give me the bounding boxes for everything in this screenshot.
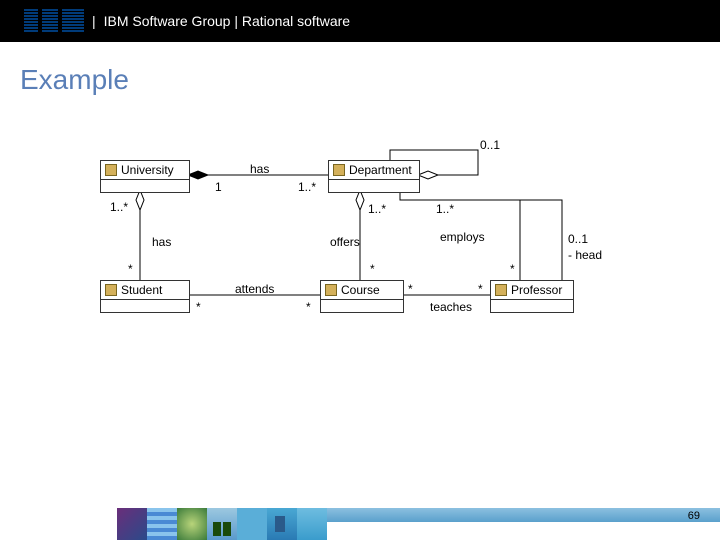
footer: 69 [0, 502, 720, 540]
header-bar: | IBM Software Group | Rational software [0, 0, 720, 42]
assoc-employs-head-role: - head [568, 248, 602, 262]
assoc-dept-head-mult: 0..1 [480, 138, 500, 152]
class-professor: Professor [490, 280, 574, 313]
header-text: IBM Software Group | Rational software [104, 13, 350, 29]
page-title: Example [20, 64, 129, 96]
class-icon [333, 164, 345, 176]
assoc-has-dept-mult-a: 1 [215, 180, 222, 194]
assoc-offers-name: offers [330, 235, 360, 249]
assoc-has-dept-mult-b: 1..* [298, 180, 316, 194]
class-label: Department [349, 163, 412, 177]
class-icon [495, 284, 507, 296]
assoc-teaches-mult-a: * [408, 282, 413, 296]
class-label: Student [121, 283, 162, 297]
assoc-employs-head-mult: 0..1 [568, 232, 588, 246]
class-university: University [100, 160, 190, 193]
class-department: Department [328, 160, 420, 193]
ibm-logo [24, 9, 84, 33]
assoc-teaches-name: teaches [430, 300, 472, 314]
header-divider: | [92, 13, 96, 29]
class-icon [325, 284, 337, 296]
page-number: 69 [688, 510, 700, 522]
assoc-attends-mult-a: * [196, 300, 201, 314]
assoc-has-student-mult-b: * [128, 262, 133, 276]
assoc-teaches-mult-b: * [478, 282, 483, 296]
class-label: Course [341, 283, 380, 297]
assoc-has-dept-name: has [250, 162, 269, 176]
class-course: Course [320, 280, 404, 313]
assoc-employs-mult-a: 1..* [436, 202, 454, 216]
assoc-employs-mult-b: * [510, 262, 515, 276]
assoc-employs-name: employs [440, 230, 485, 244]
assoc-has-student-mult-a: 1..* [110, 200, 128, 214]
class-icon [105, 284, 117, 296]
uml-diagram: University Department Student Course Pro… [80, 140, 640, 360]
class-label: University [121, 163, 174, 177]
assoc-offers-mult-a: 1..* [368, 202, 386, 216]
class-label: Professor [511, 283, 562, 297]
assoc-attends-name: attends [235, 282, 274, 296]
class-icon [105, 164, 117, 176]
assoc-attends-mult-b: * [306, 300, 311, 314]
assoc-has-student-name: has [152, 235, 171, 249]
class-student: Student [100, 280, 190, 313]
footer-image-strip [117, 508, 327, 540]
assoc-offers-mult-b: * [370, 262, 375, 276]
